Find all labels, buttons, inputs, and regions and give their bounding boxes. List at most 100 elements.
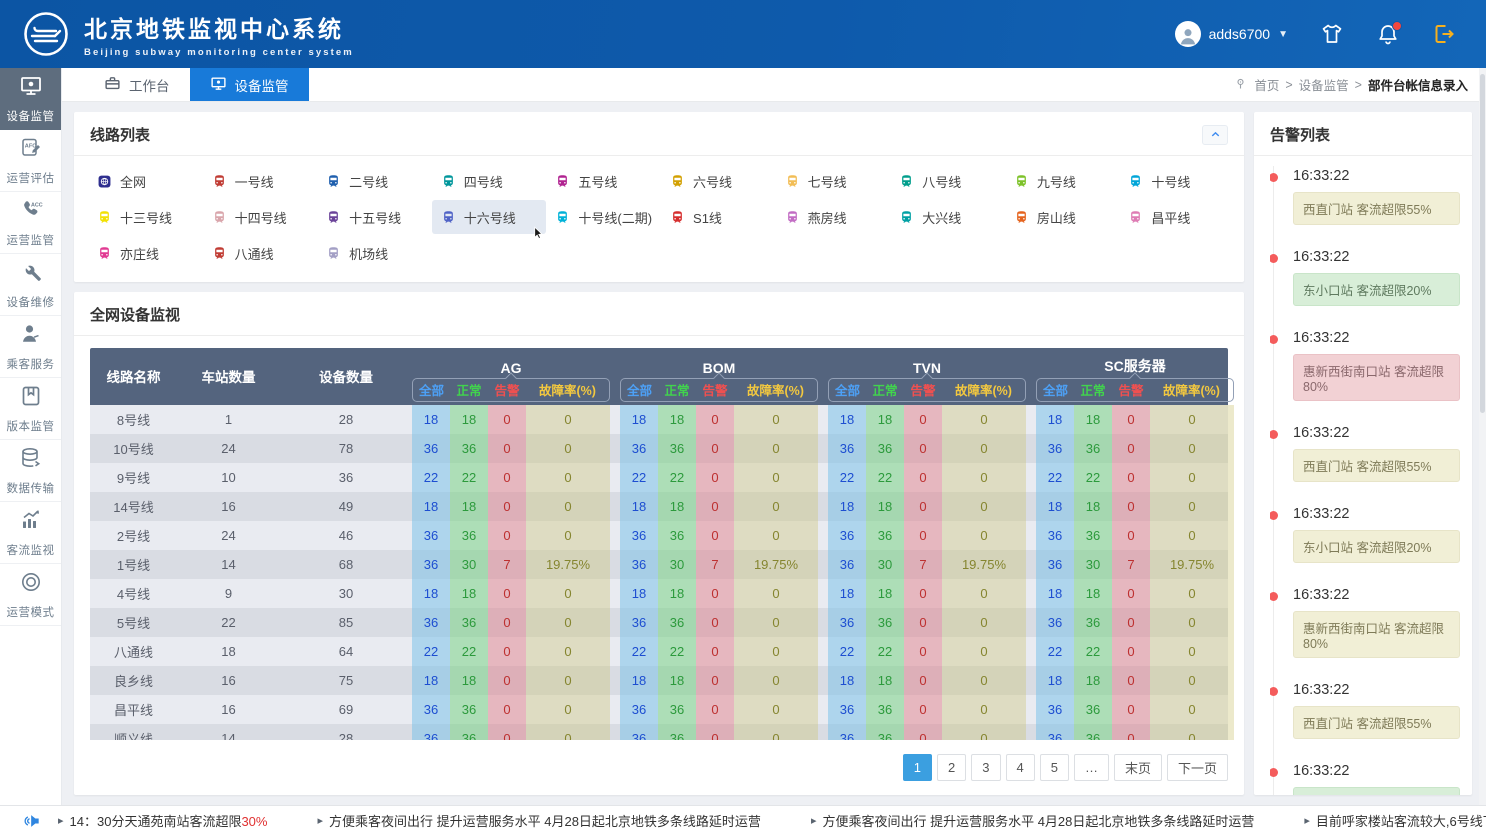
sidebar-item-label: 运营评估 [7, 170, 55, 186]
line-item-19[interactable]: 房山线 [1005, 200, 1120, 234]
page-button-2[interactable]: 2 [937, 754, 966, 781]
line-item-15[interactable]: 十号线(二期) [546, 200, 661, 234]
line-item-4[interactable]: 四号线 [432, 164, 547, 198]
scrollbar-thumb[interactable] [1480, 74, 1485, 413]
line-item-3[interactable]: 二号线 [317, 164, 432, 198]
alarm-item[interactable]: 16:33:22惠新西街南口站 客流超限80% [1270, 330, 1460, 401]
sidebar-item-7[interactable]: 数据传输 [0, 440, 61, 502]
table-cell: 2号线 [90, 521, 177, 550]
table-row[interactable]: 1号线14683630719.75%3630719.75%3630719.75%… [90, 550, 1228, 579]
line-item-label: 五号线 [578, 172, 617, 191]
page-button-3[interactable]: 3 [971, 754, 1000, 781]
table-row[interactable]: 良乡线1675181800181800181800181800 [90, 666, 1228, 695]
user-menu[interactable]: adds6700 ▼ [1175, 21, 1288, 47]
page-button-…[interactable]: … [1074, 754, 1109, 781]
line-item-20[interactable]: 昌平线 [1119, 200, 1234, 234]
page-scrollbar[interactable] [1479, 68, 1486, 805]
alarm-item[interactable]: 16:33:22东小口站 客流超限20% [1270, 249, 1460, 306]
line-item-1[interactable]: 全网 [88, 164, 203, 198]
page-button-下一页[interactable]: 下一页 [1167, 754, 1228, 781]
line-item-14[interactable]: 十六号线 [432, 200, 547, 234]
line-item-22[interactable]: 八通线 [203, 236, 318, 270]
line-item-10[interactable]: 十号线 [1119, 164, 1234, 198]
line-item-6[interactable]: 六号线 [661, 164, 776, 198]
sidebar-item-1[interactable]: 设备监管 [0, 68, 61, 130]
breadcrumb-section[interactable]: 设备监管 [1299, 75, 1349, 94]
metric-cell: 0 [1150, 405, 1234, 434]
theme-skin-icon[interactable] [1320, 22, 1344, 46]
collapse-panel-button[interactable] [1202, 125, 1228, 145]
line-item-label: 十号线(二期) [578, 208, 652, 227]
breadcrumb-home[interactable]: 首页 [1254, 75, 1279, 94]
line-item-2[interactable]: 一号线 [203, 164, 318, 198]
line-item-9[interactable]: 九号线 [1005, 164, 1120, 198]
line-item-8[interactable]: 八号线 [890, 164, 1005, 198]
line-item-18[interactable]: 大兴线 [890, 200, 1005, 234]
table-row[interactable]: 5号线2285363600363600363600363600 [90, 608, 1228, 637]
metric-cell: 0 [1150, 666, 1234, 695]
line-item-5[interactable]: 五号线 [546, 164, 661, 198]
page-button-1[interactable]: 1 [903, 754, 932, 781]
sidebar-item-6[interactable]: 版本监管 [0, 378, 61, 440]
sidebar-item-3[interactable]: ACC运营监管 [0, 192, 61, 254]
page-button-4[interactable]: 4 [1006, 754, 1035, 781]
table-row[interactable]: 14号线1649181800181800181800181800 [90, 492, 1228, 521]
line-item-12[interactable]: 十四号线 [203, 200, 318, 234]
page-button-末页[interactable]: 末页 [1114, 754, 1162, 781]
metric-cell: 0 [488, 579, 526, 608]
table-row[interactable]: 2号线2446363600363600363600363600 [90, 521, 1228, 550]
alarm-item[interactable]: 16:33:22西直门站 客流超限55% [1270, 168, 1460, 225]
metric-cell: 0 [1150, 434, 1234, 463]
table-row[interactable]: 8号线128181800181800181800181800 [90, 405, 1228, 434]
line-item-21[interactable]: 亦庄线 [88, 236, 203, 270]
alarm-item[interactable]: 16:33:22东小口站 客流超限20% [1270, 506, 1460, 563]
alarm-item[interactable]: 16:33:22西直门站 客流超限55% [1270, 682, 1460, 739]
table-header: 线路名称车站数量设备数量AG全部正常告警故障率(%)BOM全部正常告警故障率(%… [90, 348, 1228, 405]
metric-cell: 36 [828, 608, 866, 637]
metric-cell: 30 [450, 550, 488, 579]
sidebar-item-2[interactable]: AFC运营评估 [0, 130, 61, 192]
metric-cell: 0 [1112, 724, 1150, 740]
sub-column-header: 正常 [1074, 378, 1112, 402]
line-item-13[interactable]: 十五号线 [317, 200, 432, 234]
table-cell: 68 [280, 550, 412, 579]
table-cell: 28 [280, 724, 412, 740]
table-row[interactable]: 顺义线1428363600363600363600363600 [90, 724, 1228, 740]
metric-cell: 18 [1036, 666, 1074, 695]
table-row[interactable]: 10号线2478363600363600363600363600 [90, 434, 1228, 463]
device-panel-title: 全网设备监视 [90, 304, 180, 325]
line-item-23[interactable]: 机场线 [317, 236, 432, 270]
metric-cell: 19.75% [942, 550, 1026, 579]
notifications-bell-icon[interactable] [1376, 22, 1400, 46]
table-row[interactable]: 八通线1864222200222200222200222200 [90, 637, 1228, 666]
sidebar-item-9[interactable]: 运营模式 [0, 564, 61, 626]
tab-device-monitoring[interactable]: 设备监管 [190, 68, 309, 101]
logout-icon[interactable] [1432, 22, 1456, 46]
metric-cell: 0 [904, 608, 942, 637]
alarm-item[interactable]: 16:33:22东小口站 客流超限20% [1270, 763, 1460, 795]
sub-column-header: 故障率(%) [1150, 378, 1234, 402]
table-row[interactable]: 4号线930181800181800181800181800 [90, 579, 1228, 608]
metric-cell: 0 [488, 637, 526, 666]
metric-cell: 0 [1150, 637, 1234, 666]
sidebar-item-4[interactable]: 设备维修 [0, 254, 61, 316]
line-grid: 全网一号线二号线 四号线 五号线 六号线七号线八号线九号线十号线十三号线十四号线十五号… [74, 156, 1244, 282]
table-row[interactable]: 9号线1036222200222200222200222200 [90, 463, 1228, 492]
line-item-7[interactable]: 七号线 [776, 164, 891, 198]
line-item-17[interactable]: 燕房线 [776, 200, 891, 234]
alarm-item[interactable]: 16:33:22西直门站 客流超限55% [1270, 425, 1460, 482]
table-cell: 顺义线 [90, 724, 177, 740]
table-row[interactable]: 昌平线1669363600363600363600363600 [90, 695, 1228, 724]
line-item-16[interactable]: S1线 [661, 200, 776, 234]
tab-workbench[interactable]: 工作台 [84, 68, 190, 101]
line-item-11[interactable]: 十三号线 [88, 200, 203, 234]
page-button-5[interactable]: 5 [1040, 754, 1069, 781]
alarm-item[interactable]: 16:33:22惠新西街南口站 客流超限80% [1270, 587, 1460, 658]
header-controls: adds6700 ▼ [1175, 21, 1456, 47]
metric-cell: 0 [1150, 695, 1234, 724]
sidebar-item-5[interactable]: 乘客服务 [0, 316, 61, 378]
metric-cell: 0 [942, 695, 1026, 724]
line-item-label: 四号线 [464, 172, 503, 191]
table-cell: 16 [177, 492, 280, 521]
sidebar-item-8[interactable]: 客流监视 [0, 502, 61, 564]
